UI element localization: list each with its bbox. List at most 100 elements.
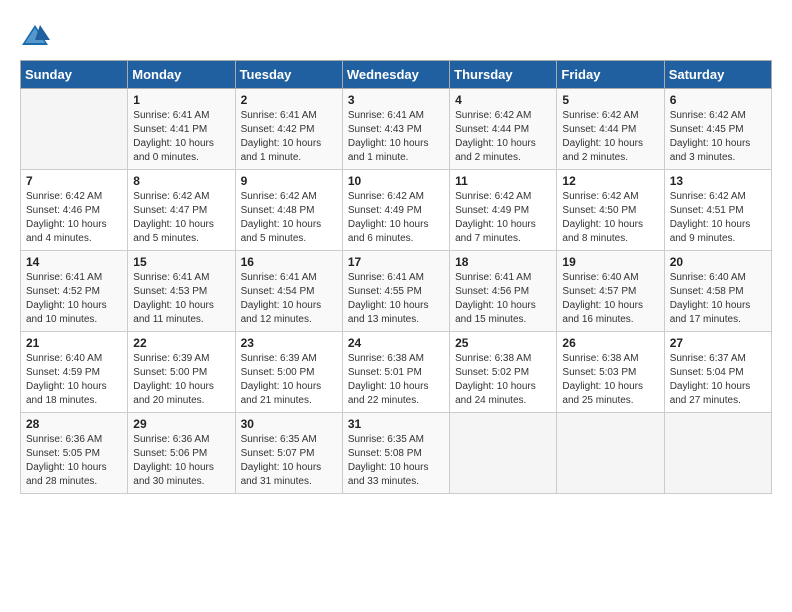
- table-row: 4 Sunrise: 6:42 AM Sunset: 4:44 PM Daylig…: [450, 89, 557, 170]
- day-info: Sunrise: 6:42 AM Sunset: 4:44 PM Dayligh…: [562, 109, 658, 165]
- day-number: 14: [26, 255, 122, 269]
- day-info: Sunrise: 6:35 AM Sunset: 5:08 PM Dayligh…: [348, 433, 444, 489]
- table-row: 15 Sunrise: 6:41 AM Sunset: 4:53 PM Dayli…: [128, 251, 235, 332]
- day-number: 29: [133, 417, 229, 431]
- day-number: 7: [26, 174, 122, 188]
- day-number: 21: [26, 336, 122, 350]
- days-of-week-row: SundayMondayTuesdayWednesdayThursdayFrid…: [21, 61, 772, 89]
- table-row: 25Sunrise: 6:38 AM Sunset: 5:02 PM Dayli…: [450, 332, 557, 413]
- day-info: Sunrise: 6:39 AM Sunset: 5:00 PM Dayligh…: [241, 352, 337, 408]
- day-info: Sunrise: 6:42 AM Sunset: 4:44 PM Dayligh…: [455, 109, 551, 165]
- day-number: 31: [348, 417, 444, 431]
- week-row-1: 1 Sunrise: 6:41 AM Sunset: 4:41 PM Daylig…: [21, 89, 772, 170]
- day-info: Sunrise: 6:41 AM Sunset: 4:43 PM Dayligh…: [348, 109, 444, 165]
- day-info: Sunrise: 6:41 AM Sunset: 4:52 PM Dayligh…: [26, 271, 122, 327]
- day-info: Sunrise: 6:41 AM Sunset: 4:41 PM Dayligh…: [133, 109, 229, 165]
- table-row: 18 Sunrise: 6:41 AM Sunset: 4:56 PM Dayli…: [450, 251, 557, 332]
- day-header-tuesday: Tuesday: [235, 61, 342, 89]
- day-number: 27: [670, 336, 766, 350]
- day-number: 15: [133, 255, 229, 269]
- week-row-5: 28 Sunrise: 6:36 AM Sunset: 5:05 PM Dayli…: [21, 413, 772, 494]
- week-row-2: 7 Sunrise: 6:42 AM Sunset: 4:46 PM Daylig…: [21, 170, 772, 251]
- table-row: [21, 89, 128, 170]
- logo: [20, 20, 54, 50]
- table-row: 10 Sunrise: 6:42 AM Sunset: 4:49 PM Dayli…: [342, 170, 449, 251]
- week-row-3: 14 Sunrise: 6:41 AM Sunset: 4:52 PM Dayli…: [21, 251, 772, 332]
- day-info: Sunrise: 6:42 AM Sunset: 4:48 PM Dayligh…: [241, 190, 337, 246]
- day-info: Sunrise: 6:42 AM Sunset: 4:45 PM Dayligh…: [670, 109, 766, 165]
- table-row: 9 Sunrise: 6:42 AM Sunset: 4:48 PM Daylig…: [235, 170, 342, 251]
- table-row: 22Sunrise: 6:39 AM Sunset: 5:00 PM Dayli…: [128, 332, 235, 413]
- table-row: 1 Sunrise: 6:41 AM Sunset: 4:41 PM Daylig…: [128, 89, 235, 170]
- day-number: 13: [670, 174, 766, 188]
- day-info: Sunrise: 6:38 AM Sunset: 5:03 PM Dayligh…: [562, 352, 658, 408]
- table-row: 7 Sunrise: 6:42 AM Sunset: 4:46 PM Daylig…: [21, 170, 128, 251]
- day-number: 3: [348, 93, 444, 107]
- table-row: 11 Sunrise: 6:42 AM Sunset: 4:49 PM Dayli…: [450, 170, 557, 251]
- day-info: Sunrise: 6:36 AM Sunset: 5:06 PM Dayligh…: [133, 433, 229, 489]
- day-info: Sunrise: 6:41 AM Sunset: 4:55 PM Dayligh…: [348, 271, 444, 327]
- calendar-header: SundayMondayTuesdayWednesdayThursdayFrid…: [21, 61, 772, 89]
- day-number: 6: [670, 93, 766, 107]
- day-number: 17: [348, 255, 444, 269]
- day-number: 2: [241, 93, 337, 107]
- day-info: Sunrise: 6:42 AM Sunset: 4:47 PM Dayligh…: [133, 190, 229, 246]
- table-row: 31 Sunrise: 6:35 AM Sunset: 5:08 PM Dayli…: [342, 413, 449, 494]
- day-header-wednesday: Wednesday: [342, 61, 449, 89]
- day-info: Sunrise: 6:37 AM Sunset: 5:04 PM Dayligh…: [670, 352, 766, 408]
- day-number: 18: [455, 255, 551, 269]
- table-row: 27 Sunrise: 6:37 AM Sunset: 5:04 PM Dayli…: [664, 332, 771, 413]
- day-number: 4: [455, 93, 551, 107]
- table-row: 8Sunrise: 6:42 AM Sunset: 4:47 PM Daylig…: [128, 170, 235, 251]
- table-row: [557, 413, 664, 494]
- table-row: 2 Sunrise: 6:41 AM Sunset: 4:42 PM Daylig…: [235, 89, 342, 170]
- table-row: 17 Sunrise: 6:41 AM Sunset: 4:55 PM Dayli…: [342, 251, 449, 332]
- table-row: 28 Sunrise: 6:36 AM Sunset: 5:05 PM Dayli…: [21, 413, 128, 494]
- day-info: Sunrise: 6:35 AM Sunset: 5:07 PM Dayligh…: [241, 433, 337, 489]
- day-info: Sunrise: 6:41 AM Sunset: 4:53 PM Dayligh…: [133, 271, 229, 327]
- table-row: 23 Sunrise: 6:39 AM Sunset: 5:00 PM Dayli…: [235, 332, 342, 413]
- table-row: 13Sunrise: 6:42 AM Sunset: 4:51 PM Dayli…: [664, 170, 771, 251]
- logo-icon: [20, 20, 50, 50]
- day-info: Sunrise: 6:42 AM Sunset: 4:50 PM Dayligh…: [562, 190, 658, 246]
- table-row: 12 Sunrise: 6:42 AM Sunset: 4:50 PM Dayli…: [557, 170, 664, 251]
- day-number: 30: [241, 417, 337, 431]
- day-number: 11: [455, 174, 551, 188]
- day-info: Sunrise: 6:42 AM Sunset: 4:49 PM Dayligh…: [348, 190, 444, 246]
- day-number: 12: [562, 174, 658, 188]
- day-number: 16: [241, 255, 337, 269]
- day-header-thursday: Thursday: [450, 61, 557, 89]
- day-number: 19: [562, 255, 658, 269]
- day-info: Sunrise: 6:41 AM Sunset: 4:56 PM Dayligh…: [455, 271, 551, 327]
- day-header-monday: Monday: [128, 61, 235, 89]
- page-header: [20, 20, 772, 50]
- day-header-sunday: Sunday: [21, 61, 128, 89]
- day-info: Sunrise: 6:39 AM Sunset: 5:00 PM Dayligh…: [133, 352, 229, 408]
- day-number: 1: [133, 93, 229, 107]
- table-row: 24Sunrise: 6:38 AM Sunset: 5:01 PM Dayli…: [342, 332, 449, 413]
- day-number: 24: [348, 336, 444, 350]
- table-row: 30 Sunrise: 6:35 AM Sunset: 5:07 PM Dayli…: [235, 413, 342, 494]
- day-info: Sunrise: 6:41 AM Sunset: 4:54 PM Dayligh…: [241, 271, 337, 327]
- day-number: 9: [241, 174, 337, 188]
- day-number: 10: [348, 174, 444, 188]
- table-row: 29 Sunrise: 6:36 AM Sunset: 5:06 PM Dayli…: [128, 413, 235, 494]
- day-info: Sunrise: 6:41 AM Sunset: 4:42 PM Dayligh…: [241, 109, 337, 165]
- day-info: Sunrise: 6:42 AM Sunset: 4:46 PM Dayligh…: [26, 190, 122, 246]
- day-header-friday: Friday: [557, 61, 664, 89]
- day-number: 23: [241, 336, 337, 350]
- table-row: [450, 413, 557, 494]
- day-info: Sunrise: 6:40 AM Sunset: 4:57 PM Dayligh…: [562, 271, 658, 327]
- day-number: 26: [562, 336, 658, 350]
- day-number: 28: [26, 417, 122, 431]
- day-info: Sunrise: 6:40 AM Sunset: 4:59 PM Dayligh…: [26, 352, 122, 408]
- day-number: 20: [670, 255, 766, 269]
- table-row: 26 Sunrise: 6:38 AM Sunset: 5:03 PM Dayli…: [557, 332, 664, 413]
- table-row: 21 Sunrise: 6:40 AM Sunset: 4:59 PM Dayli…: [21, 332, 128, 413]
- table-row: 16 Sunrise: 6:41 AM Sunset: 4:54 PM Dayli…: [235, 251, 342, 332]
- table-row: 14 Sunrise: 6:41 AM Sunset: 4:52 PM Dayli…: [21, 251, 128, 332]
- table-row: 5Sunrise: 6:42 AM Sunset: 4:44 PM Daylig…: [557, 89, 664, 170]
- day-info: Sunrise: 6:42 AM Sunset: 4:49 PM Dayligh…: [455, 190, 551, 246]
- day-info: Sunrise: 6:36 AM Sunset: 5:05 PM Dayligh…: [26, 433, 122, 489]
- day-header-saturday: Saturday: [664, 61, 771, 89]
